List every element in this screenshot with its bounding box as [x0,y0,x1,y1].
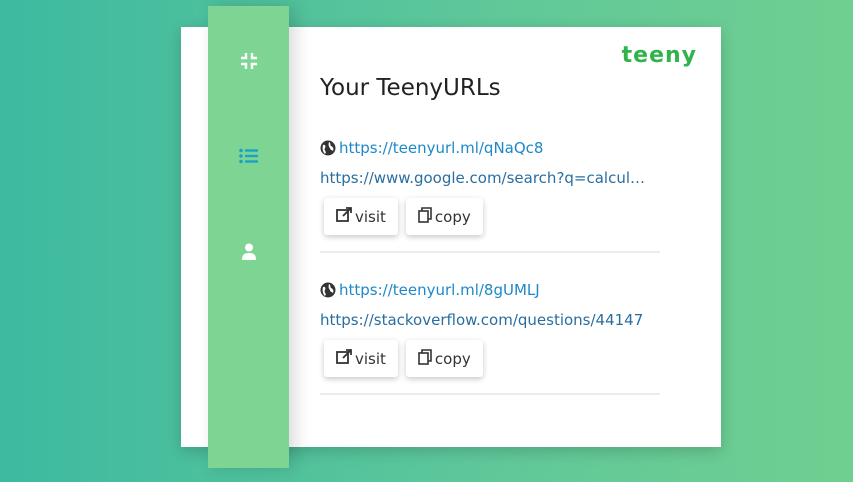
copy-label: copy [434,207,471,226]
action-row: visit copy [324,340,660,377]
copy-label: copy [434,349,471,368]
visit-label: visit [355,349,386,368]
sidebar [208,6,289,468]
url-entry: https://teenyurl.ml/8gUMLJ https://stack… [320,279,660,395]
long-url-link[interactable]: https://www.google.com/search?q=calculat… [320,169,650,187]
brand-logo[interactable]: teeny [622,43,697,68]
divider [320,251,660,253]
divider [320,393,660,395]
visit-button[interactable]: visit [324,198,398,235]
external-link-icon [336,207,355,226]
compress-icon[interactable] [239,51,259,71]
action-row: visit copy [324,198,660,235]
short-url-link[interactable]: https://teenyurl.ml/8gUMLJ [339,281,540,299]
copy-button[interactable]: copy [405,340,483,377]
copy-icon [418,348,435,369]
visit-button[interactable]: visit [324,340,398,377]
url-entry: https://teenyurl.ml/qNaQc8 https://www.g… [320,137,660,253]
copy-button[interactable]: copy [405,198,483,235]
short-url-row: https://teenyurl.ml/8gUMLJ [320,279,660,301]
page-title: Your TeenyURLs [320,75,501,101]
visit-label: visit [355,207,386,226]
short-url-row: https://teenyurl.ml/qNaQc8 [320,137,660,159]
short-url-link[interactable]: https://teenyurl.ml/qNaQc8 [339,139,543,157]
list-icon[interactable] [239,146,259,166]
copy-icon [418,206,435,227]
external-link-icon [336,349,355,368]
globe-icon [320,282,336,298]
user-icon[interactable] [239,242,259,262]
long-url-link[interactable]: https://stackoverflow.com/questions/4414… [320,311,650,329]
globe-icon [320,140,336,156]
